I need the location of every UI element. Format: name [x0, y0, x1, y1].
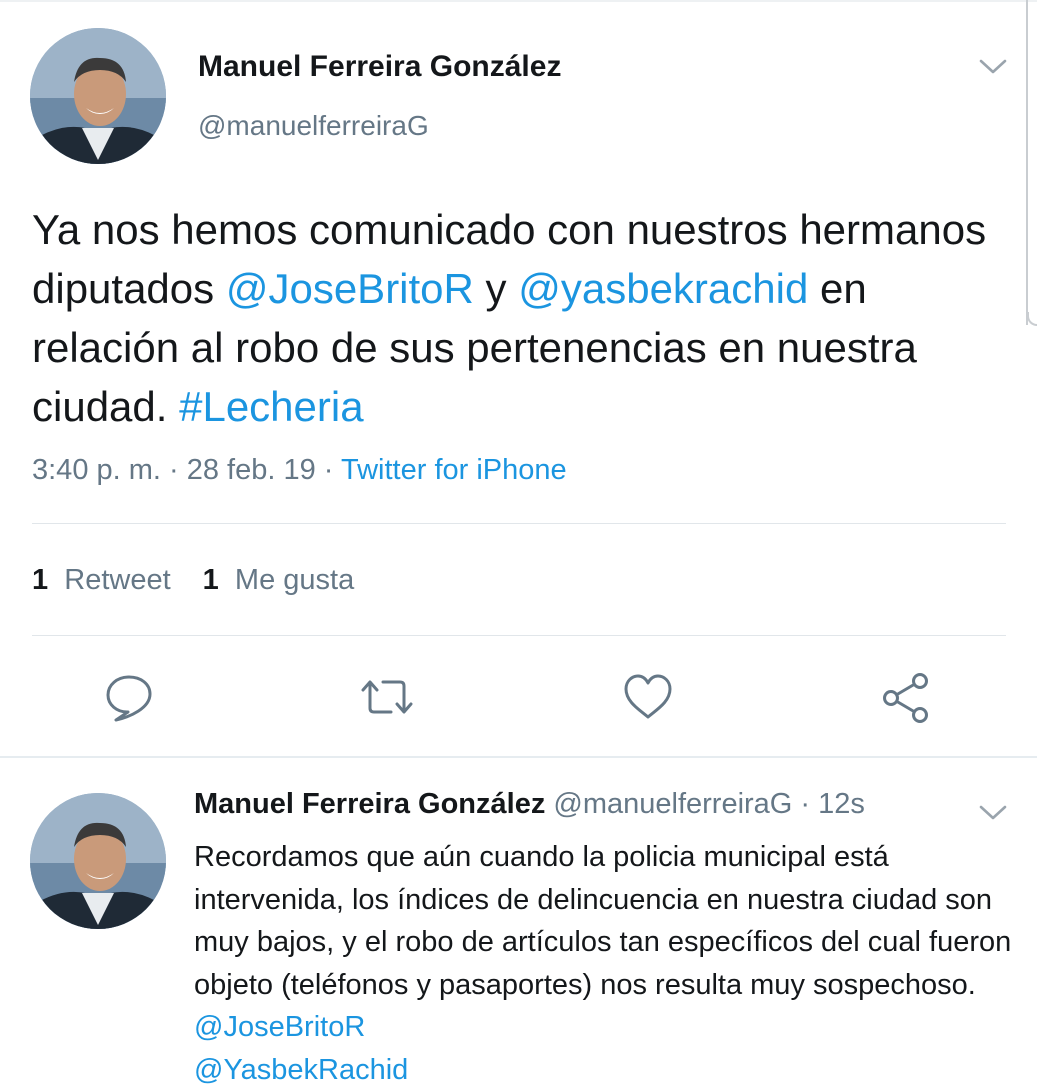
author-name[interactable]: Manuel Ferreira González — [198, 50, 561, 84]
like-stat[interactable]: 1 Me gusta — [203, 564, 355, 596]
profile-photo — [30, 28, 166, 164]
chevron-down-icon[interactable] — [976, 802, 1010, 829]
reply-icon[interactable] — [104, 672, 154, 722]
avatar[interactable] — [30, 28, 166, 164]
reply-text-part: Recordamos que aún cuando la policia mun… — [194, 841, 1012, 1001]
divider — [32, 523, 1006, 524]
retweet-stat[interactable]: 1 Retweet — [32, 564, 171, 596]
scrollbar-edge — [1027, 312, 1037, 326]
retweet-label: Retweet — [64, 564, 171, 596]
heart-icon[interactable] — [622, 672, 672, 722]
retweet-count: 1 — [32, 564, 49, 596]
mention-link[interactable]: @YasbekRachid — [194, 1054, 408, 1086]
chevron-down-icon[interactable] — [976, 56, 1010, 83]
like-label: Me gusta — [234, 564, 355, 596]
top-border — [0, 0, 1037, 2]
share-icon[interactable] — [880, 672, 930, 723]
like-count: 1 — [202, 564, 219, 596]
timestamp[interactable]: 3:40 p. m. · 28 feb. 19 · — [32, 454, 341, 486]
tweet-text-part: y — [473, 265, 519, 312]
source-link[interactable]: Twitter for iPhone — [341, 454, 567, 486]
divider — [32, 635, 1006, 636]
reply-text: Recordamos que aún cuando la policia mun… — [194, 836, 1014, 1091]
author-handle[interactable]: @manuelferreiraG — [198, 110, 429, 142]
tweet-meta: 3:40 p. m. · 28 feb. 19 · Twitter for iP… — [32, 454, 567, 487]
avatar[interactable] — [30, 793, 166, 929]
scrollbar[interactable] — [1026, 0, 1028, 325]
mention-link[interactable]: @yasbekrachid — [518, 265, 808, 312]
section-separator — [0, 756, 1037, 758]
engagement-stats: 1 Retweet 1 Me gusta — [32, 564, 354, 597]
profile-photo — [30, 793, 166, 929]
author-handle[interactable]: @manuelferreiraG — [553, 788, 792, 820]
reply-header: Manuel Ferreira González @manuelferreira… — [194, 788, 865, 821]
mention-link[interactable]: @JoseBritoR — [194, 1011, 365, 1043]
mention-link[interactable]: @JoseBritoR — [226, 265, 474, 312]
reply-time: · 12s — [792, 788, 865, 820]
tweet-text: Ya nos hemos comunicado con nuestros her… — [32, 200, 992, 436]
retweet-icon[interactable] — [357, 672, 413, 722]
hashtag-link[interactable]: #Lecheria — [179, 383, 363, 430]
author-name[interactable]: Manuel Ferreira González — [194, 788, 545, 820]
